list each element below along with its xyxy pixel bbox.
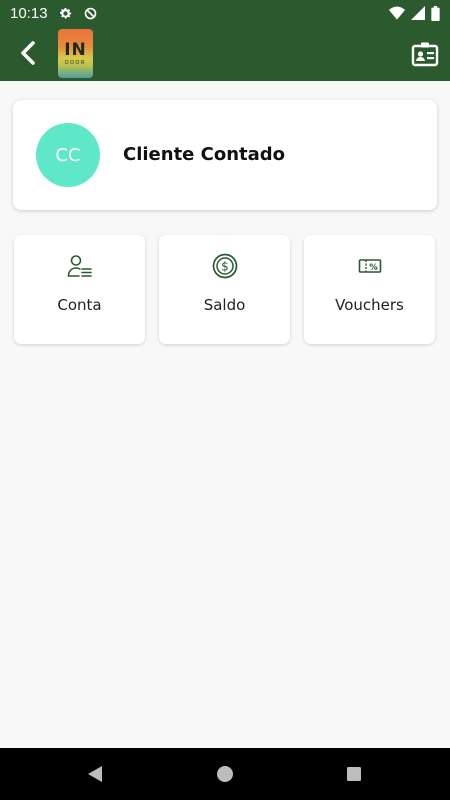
signal-icon (411, 6, 425, 20)
menu-tiles: Conta $ Saldo % Vouchers (14, 235, 436, 345)
recents-square-icon (347, 767, 361, 781)
back-chevron-icon (21, 41, 35, 65)
app-bar: IN DOOR (0, 26, 450, 81)
logo-sub-text: DOOR (65, 59, 86, 66)
contact-card-icon (411, 42, 439, 67)
client-name: Cliente Contado (123, 144, 286, 165)
balance-dollar-icon: $ (212, 253, 238, 279)
tile-label: Vouchers (335, 296, 404, 314)
settings-gear-icon (58, 6, 73, 21)
tile-label: Conta (57, 296, 102, 314)
back-button[interactable] (14, 38, 42, 68)
nav-recents-button[interactable] (344, 764, 364, 784)
tile-vouchers[interactable]: % Vouchers (304, 235, 435, 344)
avatar-initials: CC (55, 144, 81, 166)
logo-main-text: IN (64, 39, 87, 60)
status-time: 10:13 (10, 4, 48, 22)
back-triangle-icon (88, 766, 102, 782)
voucher-icon: % (358, 253, 382, 279)
data-saver-icon (83, 6, 98, 21)
avatar: CC (36, 123, 100, 187)
nav-home-button[interactable] (215, 764, 235, 784)
svg-text:$: $ (221, 260, 229, 274)
tile-label: Saldo (203, 296, 246, 314)
app-logo: IN DOOR (58, 29, 93, 78)
tile-saldo[interactable]: $ Saldo (159, 235, 290, 344)
tile-conta[interactable]: Conta (14, 235, 145, 344)
battery-icon (431, 5, 440, 21)
contact-card-button[interactable] (410, 39, 440, 69)
system-nav-bar (0, 748, 450, 800)
svg-text:%: % (369, 263, 378, 273)
home-circle-icon (217, 766, 233, 782)
nav-back-button[interactable] (84, 764, 106, 784)
profile-card: CC Cliente Contado (13, 100, 437, 210)
wifi-icon (389, 6, 405, 20)
account-icon (67, 253, 93, 279)
status-bar: 10:13 (0, 0, 450, 26)
